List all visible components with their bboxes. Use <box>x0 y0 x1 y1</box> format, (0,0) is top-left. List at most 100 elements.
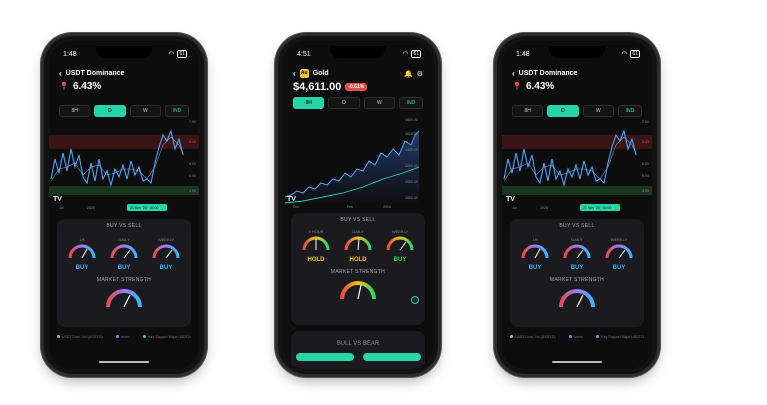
gauge-signal: BUY <box>570 265 584 271</box>
asset-title: USDT Dominance <box>65 70 125 77</box>
tab-d[interactable]: D <box>328 97 360 109</box>
phone-middle: 4:51 ◠ 61 ‹ Au Gold 🔔 ⚙ $4,611.00 -0.61% 8… <box>278 36 438 374</box>
indicator-button[interactable]: IND <box>164 105 189 117</box>
market-strength-gauge-icon <box>559 289 595 308</box>
wifi-icon: ◠ <box>402 51 409 58</box>
back-icon[interactable]: ‹ <box>59 69 62 78</box>
pin-icon: 📍 <box>59 82 69 91</box>
gauge-dial-icon <box>68 244 96 259</box>
gauge-1h: 1H BUY <box>62 237 102 271</box>
market-strength-title: MARKET STRENGTH <box>549 277 605 283</box>
y-tick: 4600.00 <box>405 132 418 136</box>
tab-8h[interactable]: 8H <box>293 97 325 109</box>
gauge-daily: DAILY HOLD <box>338 229 378 263</box>
gauge-dial-icon <box>302 236 330 251</box>
price-area <box>285 131 419 205</box>
market-strength-title: MARKET STRENGTH <box>330 269 386 275</box>
home-indicator <box>99 361 149 363</box>
gauge-signal: HOLD <box>349 257 367 263</box>
buy-sell-card: BUY VS SELL 4 HOUR HOLD DAILY HOLD WEEKL… <box>291 213 425 325</box>
market-strength-gauge-icon <box>340 281 376 300</box>
resistance-zone <box>502 135 652 149</box>
asset-title: Gold <box>312 70 329 77</box>
wifi-icon: ◠ <box>621 51 628 58</box>
indicator-button[interactable]: IND <box>398 97 423 109</box>
tab-w[interactable]: W <box>129 105 161 117</box>
bell-icon[interactable]: 🔔 <box>404 70 413 78</box>
timeframe-tabs: 8H D W IND <box>512 105 642 117</box>
phone-left: 1:48 ◠ 61 ‹ USDT Dominance 📍 6.43% 8H D W… <box>44 36 204 374</box>
y-tick: 7.00 <box>189 120 196 124</box>
tab-w[interactable]: W <box>363 97 395 109</box>
buy-sell-title: BUY VS SELL <box>559 223 595 229</box>
legend-item: USDT Dom. Vol (USDT.D) <box>510 335 556 339</box>
gauge-dial-icon <box>152 244 180 259</box>
legend-item: Key Support Major USDT.D <box>596 335 644 339</box>
back-icon[interactable]: ‹ <box>512 69 515 78</box>
y-tick: 4.50 <box>189 189 196 193</box>
back-icon[interactable]: ‹ <box>293 69 296 78</box>
tab-w[interactable]: W <box>582 105 614 117</box>
tradingview-logo: TV <box>506 196 515 203</box>
gauge-dial-icon <box>521 244 549 259</box>
price-change-badge: -0.61% <box>345 83 368 91</box>
gauge-daily: DAILY BUY <box>104 237 144 271</box>
gear-icon[interactable]: ⚙ <box>417 70 423 78</box>
gauge-dial-icon <box>563 244 591 259</box>
market-strength-title: MARKET STRENGTH <box>96 277 152 283</box>
gauge-dial-icon <box>386 236 414 251</box>
info-icon[interactable]: i <box>411 296 419 304</box>
y-tick: 7.00 <box>642 120 649 124</box>
gauge-signal: HOLD <box>307 257 325 263</box>
phone-right: 1:48 ◠ 61 ‹ USDT Dominance 📍 6.43% 8H D W… <box>497 36 657 374</box>
crosshair-tooltip-text: 21 Nov '25 · 00:00 <box>583 206 612 210</box>
y-tick: 4.50 <box>642 189 649 193</box>
price-chart[interactable]: 4800.00 4600.00 4400.00 4200.00 4000.00 … <box>283 113 433 209</box>
bull-button[interactable] <box>295 353 354 361</box>
asset-title: USDT Dominance <box>518 70 578 77</box>
legend-item: Key Support Major USDT.D <box>143 335 191 339</box>
price-chart[interactable]: 7.00 6.43 6.00 5.00 4.50 TV Jul 2025 21 … <box>49 119 199 215</box>
bull-bear-card: BULL VS BEAR <box>291 331 425 369</box>
indicator-button[interactable]: IND <box>617 105 642 117</box>
resistance-zone <box>49 135 199 149</box>
status-time: 1:48 <box>63 50 77 58</box>
gauge-dial-icon <box>605 244 633 259</box>
tab-d[interactable]: D <box>547 105 579 117</box>
gauge-signal: BUY <box>117 265 131 271</box>
battery-icon: 61 <box>411 50 421 58</box>
bull-bear-title: BULL VS BEAR <box>336 341 380 347</box>
gauge-signal: BUY <box>159 265 173 271</box>
tab-8h[interactable]: 8H <box>512 105 544 117</box>
legend-item: Index <box>116 335 130 339</box>
gauge-signal: BUY <box>75 265 89 271</box>
gauge-dial-icon <box>110 244 138 259</box>
status-time: 4:51 <box>297 50 311 58</box>
x-tick: 2025 <box>540 206 548 210</box>
tab-d[interactable]: D <box>94 105 126 117</box>
gauge-signal: BUY <box>612 265 626 271</box>
gauge-dial-icon <box>344 236 372 251</box>
gauge-daily: DAILY BUY <box>557 237 597 271</box>
buy-sell-card: BUY VS SELL 1H BUY DAILY BUY WEEKLY BUY <box>57 219 191 327</box>
bear-button[interactable] <box>362 353 421 361</box>
x-tick: Jul <box>512 206 517 210</box>
timeframe-tabs: 8H D W IND <box>59 105 189 117</box>
y-tick: 4400.00 <box>405 148 418 152</box>
price-chart[interactable]: 7.00 6.43 6.00 5.00 4.50 TV Jul 2025 21 … <box>502 119 652 215</box>
screen: 1:48 ◠ 61 ‹ USDT Dominance 📍 6.43% 8H D W… <box>502 41 652 369</box>
tab-8h[interactable]: 8H <box>59 105 91 117</box>
status-time: 1:48 <box>516 50 530 58</box>
battery-icon: 61 <box>177 50 187 58</box>
gauge-1h: 1H BUY <box>515 237 555 271</box>
notch <box>96 46 152 58</box>
gauge-4h: 4 HOUR HOLD <box>296 229 336 263</box>
buy-sell-title: BUY VS SELL <box>340 217 376 223</box>
y-tick: 6.43 <box>189 140 196 144</box>
tradingview-logo: TV <box>287 196 296 203</box>
market-strength-gauge-icon <box>106 289 142 308</box>
y-tick: 5.00 <box>189 174 196 178</box>
legend-item: USDT Dom. Vol (USDT.D) <box>57 335 103 339</box>
gauge-weekly: WEEKLY BUY <box>146 237 186 271</box>
home-indicator <box>552 361 602 363</box>
